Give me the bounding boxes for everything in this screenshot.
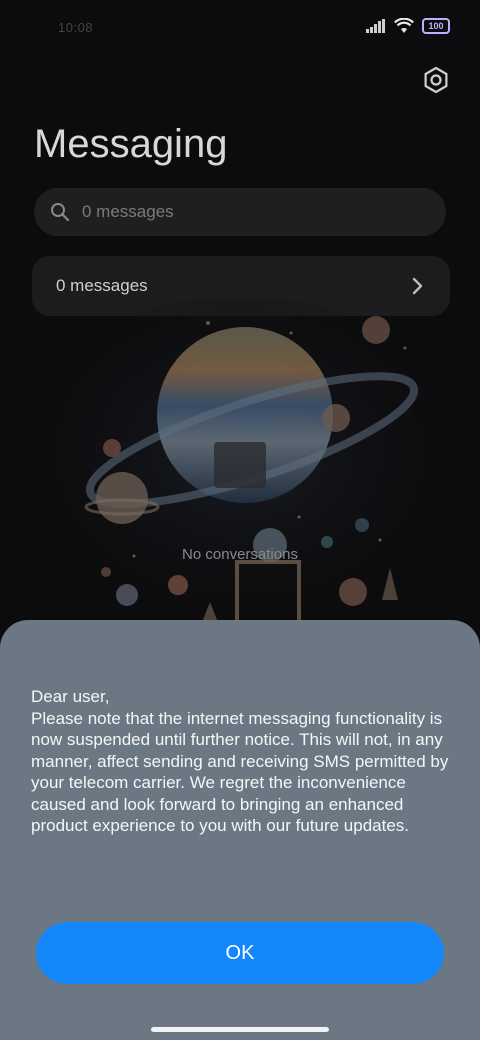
gear-icon[interactable] xyxy=(422,66,450,94)
page-title: Messaging xyxy=(34,122,228,166)
search-bar[interactable]: 0 messages xyxy=(34,188,446,236)
ok-button[interactable]: OK xyxy=(36,922,444,984)
home-indicator[interactable] xyxy=(151,1027,329,1032)
space-illustration xyxy=(15,300,465,640)
wifi-icon xyxy=(394,18,414,33)
status-bar: 10:08 100 xyxy=(0,0,480,56)
chevron-right-icon xyxy=(412,277,423,295)
notice-greeting: Dear user, xyxy=(31,687,110,706)
notice-body: Please note that the internet messaging … xyxy=(31,708,449,836)
signal-bars-icon xyxy=(366,19,385,33)
search-placeholder: 0 messages xyxy=(82,202,174,221)
empty-state-text: No conversations xyxy=(182,546,298,563)
status-icons: 100 xyxy=(366,18,450,34)
status-time: 10:08 xyxy=(58,20,94,35)
battery-indicator: 100 xyxy=(422,18,450,34)
search-icon xyxy=(51,203,70,222)
messages-card-label: 0 messages xyxy=(56,276,148,295)
notice-message: Dear user, Please note that the internet… xyxy=(31,686,461,837)
